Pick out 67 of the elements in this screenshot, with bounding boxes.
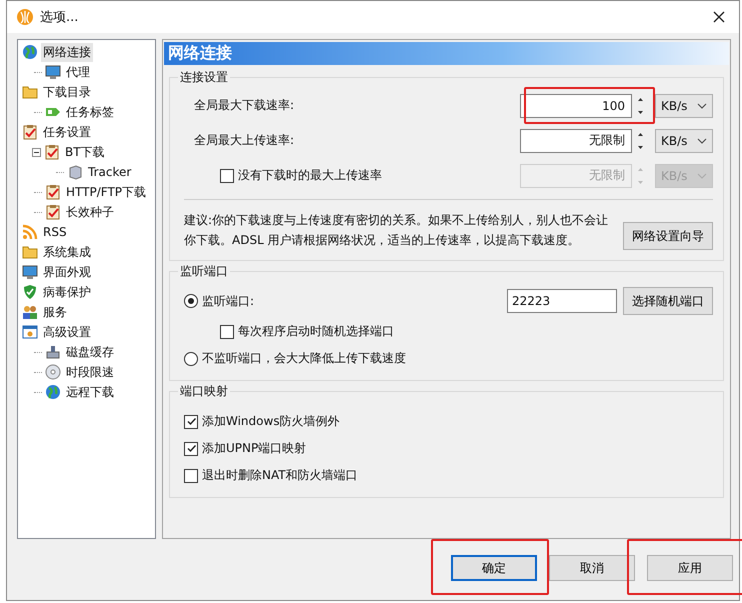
- checkbox-option[interactable]: 每次程序启动时随机选择端口: [184, 318, 713, 345]
- tree-item[interactable]: 系统集成: [41, 242, 93, 262]
- app-icon: [16, 8, 34, 26]
- check-icon: [186, 443, 196, 454]
- advice-text: 建议:你的下载速度与上传速度有密切的关系。如果不上传给别人，别人也不会让你下载。ADSL 用户请根据网络状况，适当的上传速率，以提高下载速度。: [184, 212, 610, 249]
- disk-icon: [45, 344, 61, 360]
- people-icon: [22, 304, 38, 320]
- panel-header: 网络连接: [164, 42, 729, 65]
- group-title: 端口映射: [179, 383, 229, 400]
- dialog-button[interactable]: 确定: [451, 555, 537, 581]
- unit-dropdown[interactable]: KB/s: [655, 128, 713, 152]
- tree-item[interactable]: 任务设置: [41, 122, 93, 142]
- radio-option[interactable]: 不监听端口，会大大降低上传下载速度: [184, 345, 713, 372]
- field-label: 全局最大上传速率:: [193, 132, 296, 149]
- computer-icon: [22, 264, 38, 280]
- folder-icon: [22, 244, 38, 260]
- random-port-button[interactable]: 选择随机端口: [623, 287, 713, 315]
- dropdown-icon: [697, 172, 707, 178]
- dialog-button[interactable]: 应用: [647, 555, 733, 581]
- group-title: 监听端口: [179, 263, 229, 280]
- tree-item[interactable]: 网络连接: [41, 42, 93, 62]
- checkbox-option[interactable]: 添加Windows防火墙例外: [184, 408, 713, 435]
- tree-item[interactable]: 下载目录: [41, 82, 93, 102]
- tree-item[interactable]: 磁盘缓存: [64, 342, 116, 362]
- globe-icon: [22, 44, 38, 60]
- tree-item[interactable]: 长效种子: [64, 202, 116, 222]
- clipboard-icon: [44, 144, 60, 160]
- globe-icon: [45, 384, 61, 400]
- dropdown-icon: [697, 102, 707, 108]
- dialog-button[interactable]: 取消: [549, 555, 635, 581]
- unit-dropdown[interactable]: KB/s: [655, 94, 713, 118]
- window-title: 选项...: [40, 9, 80, 26]
- rate-field[interactable]: 无限制: [520, 128, 632, 152]
- check-icon: [186, 416, 196, 427]
- rate-field[interactable]: 100: [520, 94, 632, 118]
- tree-item[interactable]: 远程下载: [64, 382, 116, 402]
- collapse-toggle[interactable]: [32, 148, 41, 156]
- tree-item[interactable]: BT下载: [63, 142, 107, 162]
- tree-item[interactable]: 界面外观: [41, 262, 93, 282]
- close-icon: [713, 11, 725, 23]
- port-field[interactable]: 22223: [507, 289, 617, 313]
- window-icon: [22, 324, 38, 340]
- group-title: 连接设置: [179, 69, 229, 86]
- computer-icon: [45, 64, 61, 80]
- dropdown-icon: [697, 138, 707, 144]
- tree-item[interactable]: 代理: [64, 62, 92, 82]
- folder-icon: [22, 84, 38, 100]
- field-label: 全局最大下载速率:: [193, 97, 296, 114]
- radio-option[interactable]: 监听端口:: [184, 292, 507, 310]
- server-icon: [67, 164, 83, 180]
- tree-item[interactable]: 服务: [41, 302, 69, 322]
- tree-item[interactable]: RSS: [41, 224, 69, 240]
- tree-item[interactable]: 时段限速: [64, 362, 116, 382]
- checkbox-option[interactable]: 退出时删除NAT和防火墙端口: [184, 462, 713, 489]
- disc-icon: [45, 364, 61, 380]
- tree-item[interactable]: 病毒保护: [41, 282, 93, 302]
- clipboard-icon: [22, 124, 38, 140]
- tree-item[interactable]: Tracker: [86, 164, 134, 180]
- tree-item[interactable]: 高级设置: [41, 322, 93, 342]
- shield-icon: [22, 284, 38, 300]
- wizard-button[interactable]: 网络设置向导: [623, 222, 713, 250]
- rss-icon: [22, 224, 38, 240]
- tree-item[interactable]: HTTP/FTP下载: [64, 182, 148, 202]
- clipboard-icon: [45, 204, 61, 220]
- checkbox-option[interactable]: 添加UPNP端口映射: [184, 435, 713, 462]
- tree-item[interactable]: 任务标签: [64, 102, 116, 122]
- clipboard-icon: [45, 184, 61, 200]
